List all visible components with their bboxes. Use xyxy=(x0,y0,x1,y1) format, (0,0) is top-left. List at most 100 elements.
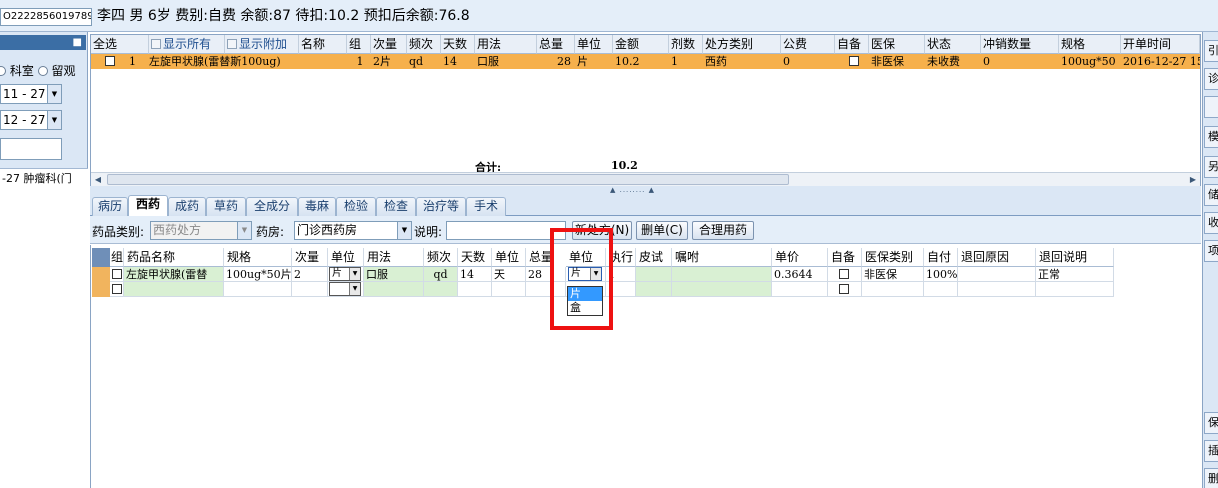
scroll-thumb[interactable] xyxy=(107,174,789,185)
rational-drug-use-button[interactable]: 合理用药 xyxy=(692,221,754,240)
grid-header-status[interactable]: 状态 xyxy=(925,35,981,54)
patient-id-field[interactable]: O22228560197892 xyxy=(0,8,92,26)
chevron-down-icon[interactable]: ▼ xyxy=(47,111,61,129)
date-from-field[interactable]: 11 - 27 ▼ xyxy=(0,84,62,104)
tab-western-medicine[interactable]: 西药 xyxy=(128,195,168,217)
note-input[interactable] xyxy=(446,221,566,240)
tab-lab-test[interactable]: 检验 xyxy=(336,197,376,216)
row-self-provided[interactable] xyxy=(847,55,863,69)
row-indicator[interactable] xyxy=(92,267,110,282)
detail-row-checkbox[interactable] xyxy=(110,267,124,282)
pharmacy-select[interactable]: 门诊西药房 ▼ xyxy=(294,221,412,240)
detail-dose[interactable]: 2 xyxy=(292,267,328,282)
detail-dose-empty[interactable] xyxy=(292,282,328,297)
detail-self-provided[interactable] xyxy=(828,267,862,282)
tab-surgery[interactable]: 手术 xyxy=(466,197,506,216)
show-all-checkbox[interactable]: 显示所有 xyxy=(149,35,225,54)
detail-days-unit[interactable]: 天 xyxy=(492,267,526,282)
drug-type-select[interactable]: 西药处方 ▼ xyxy=(150,221,252,240)
right-button-9[interactable]: 插 xyxy=(1204,440,1218,462)
detail-days[interactable]: 14 xyxy=(458,267,492,282)
detail-self-provided-empty[interactable] xyxy=(828,282,862,297)
detail-header-usage[interactable]: 用法 xyxy=(364,248,424,267)
detail-header-freq[interactable]: 频次 xyxy=(424,248,458,267)
right-button-2[interactable] xyxy=(1204,96,1218,118)
grid-header-name[interactable]: 名称 xyxy=(299,35,347,54)
radio-dept-label[interactable]: 科室 xyxy=(10,64,34,78)
detail-header-total[interactable]: 总量 xyxy=(526,248,552,267)
splitter[interactable]: ▲ ........ ▲ xyxy=(90,186,1201,194)
right-button-8[interactable]: 保 xyxy=(1204,412,1218,434)
detail-header-group[interactable]: 组 xyxy=(110,248,124,267)
radio-observe-label[interactable]: 留观 xyxy=(52,64,76,78)
grid-header-amount[interactable]: 金额 xyxy=(613,35,669,54)
detail-days-empty[interactable] xyxy=(458,282,492,297)
grid-header-total[interactable]: 总量 xyxy=(537,35,575,54)
right-button-7[interactable]: 项 xyxy=(1204,240,1218,262)
detail-header-dose-unit[interactable]: 单位 xyxy=(328,248,364,267)
chevron-down-icon[interactable]: ▼ xyxy=(47,85,61,103)
right-button-10[interactable]: 删 xyxy=(1204,468,1218,488)
checkbox-icon[interactable] xyxy=(227,39,237,49)
tab-medical-record[interactable]: 病历 xyxy=(92,197,128,216)
delete-prescription-button[interactable]: 删单(C) xyxy=(636,221,688,240)
checkbox-icon[interactable] xyxy=(105,56,115,66)
row-indicator[interactable] xyxy=(92,282,110,297)
grid-header-usage[interactable]: 用法 xyxy=(475,35,537,54)
detail-header-self-provided[interactable]: 自备 xyxy=(828,248,862,267)
horizontal-scrollbar[interactable]: ◀ ▶ xyxy=(91,172,1200,186)
detail-header-skin-test[interactable]: 皮试 xyxy=(636,248,672,267)
detail-header-spec[interactable]: 规格 xyxy=(224,248,292,267)
checkbox-icon[interactable] xyxy=(151,39,161,49)
chevron-down-icon[interactable]: ▼ xyxy=(397,222,411,239)
grid-header-self-provided[interactable]: 自备 xyxy=(835,35,869,54)
visit-list-item[interactable]: -27 肿瘤科(门 xyxy=(2,170,72,186)
splitter-grip-icon[interactable]: ▲ ........ ▲ xyxy=(610,186,655,194)
tab-herbal-medicine[interactable]: 草药 xyxy=(206,197,246,216)
grid-header-spec[interactable]: 规格 xyxy=(1059,35,1121,54)
grid-header-select-all[interactable]: 全选 xyxy=(91,35,149,54)
tab-exam[interactable]: 检查 xyxy=(376,197,416,216)
grid-header-unit[interactable]: 单位 xyxy=(575,35,613,54)
detail-header-price[interactable]: 单价 xyxy=(772,248,828,267)
grid-header-dose[interactable]: 次量 xyxy=(371,35,407,54)
chevron-down-icon[interactable]: ▼ xyxy=(349,283,360,295)
left-search-field[interactable] xyxy=(0,138,62,160)
right-button-1[interactable]: 诊 xyxy=(1204,68,1218,90)
checkbox-icon[interactable] xyxy=(839,284,849,294)
detail-drug-name[interactable]: 左旋甲状腺(雷替 xyxy=(124,267,224,282)
detail-freq[interactable]: qd xyxy=(424,267,458,282)
detail-row-checkbox[interactable] xyxy=(110,282,124,297)
dose-unit-select[interactable]: 片 ▼ xyxy=(329,267,361,281)
detail-instructions-empty[interactable] xyxy=(672,282,772,297)
pin-icon[interactable]: ■ xyxy=(73,35,82,50)
detail-usage-empty[interactable] xyxy=(364,282,424,297)
detail-dose-unit-cell[interactable]: 片 ▼ xyxy=(328,267,364,282)
show-extra-checkbox[interactable]: 显示附加 xyxy=(225,35,299,54)
row-checkbox[interactable] xyxy=(103,55,117,69)
detail-header-insurance-type[interactable]: 医保类别 xyxy=(862,248,924,267)
detail-header-drug-name[interactable]: 药品名称 xyxy=(124,248,224,267)
right-button-4[interactable]: 另 xyxy=(1204,156,1218,178)
detail-header-return-note[interactable]: 退回说明 xyxy=(1036,248,1114,267)
detail-drug-name-empty[interactable] xyxy=(124,282,224,297)
tab-full-component[interactable]: 全成分 xyxy=(246,197,298,216)
checkbox-icon[interactable] xyxy=(112,284,122,294)
grid-header-doses[interactable]: 剂数 xyxy=(669,35,703,54)
radio-observe-icon[interactable] xyxy=(37,66,48,76)
detail-usage[interactable]: 口服 xyxy=(364,267,424,282)
grid-header-group[interactable]: 组 xyxy=(347,35,371,54)
tab-patent-medicine[interactable]: 成药 xyxy=(168,197,206,216)
right-button-3[interactable]: 模 xyxy=(1204,126,1218,148)
scroll-left-icon[interactable]: ◀ xyxy=(91,173,105,186)
chevron-down-icon[interactable]: ▼ xyxy=(349,268,360,280)
grid-header-write-off[interactable]: 冲销数量 xyxy=(981,35,1059,54)
right-button-6[interactable]: 收 xyxy=(1204,212,1218,234)
detail-header-instructions[interactable]: 嘱咐 xyxy=(672,248,772,267)
right-button-0[interactable]: 引 xyxy=(1204,40,1218,62)
detail-header-return-reason[interactable]: 退回原因 xyxy=(958,248,1036,267)
radio-dept-icon[interactable] xyxy=(0,66,6,76)
date-to-field[interactable]: 12 - 27 ▼ xyxy=(0,110,62,130)
tab-narcotics[interactable]: 毒麻 xyxy=(298,197,336,216)
detail-instructions[interactable] xyxy=(672,267,772,282)
